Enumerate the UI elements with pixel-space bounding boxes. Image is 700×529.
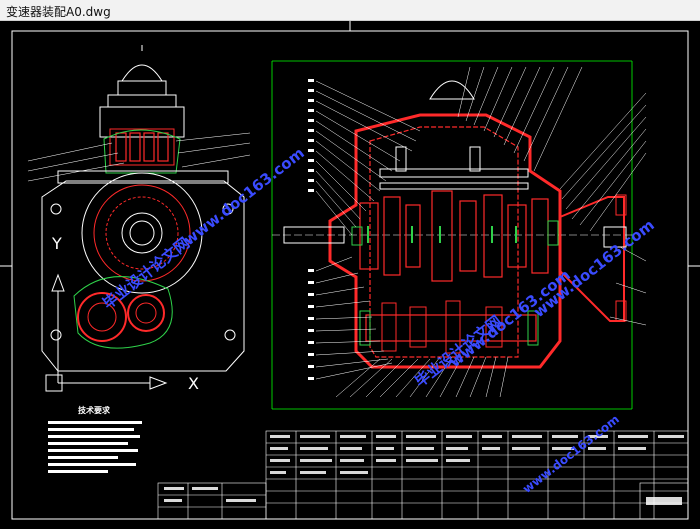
parts-list-table [157,430,689,520]
notes-heading: 技术要求 [78,405,111,415]
axis-x-label: X [188,374,199,393]
axis-y-label: Y [51,234,62,253]
notes-lines [48,421,142,473]
window-titlebar: 变速器装配A0.dwg [0,0,700,21]
parts-list-text [164,435,684,505]
drawing-canvas[interactable]: X Y 技术要求 www.doc163.com 毕业设计论文网 www.doc1… [0,21,700,524]
window-title: 变速器装配A0.dwg [6,5,111,19]
